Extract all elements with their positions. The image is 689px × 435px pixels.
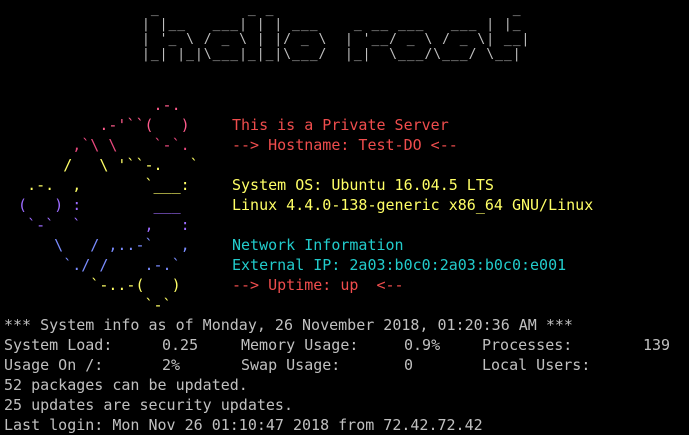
- external-ip-line: External IP: 2a03:b0c0:2a03:b0c0:e001: [232, 255, 593, 275]
- local-users-label: Local Users:: [482, 356, 591, 374]
- logo-line: `./ / .-.`: [0, 256, 181, 274]
- memory-usage-label: Memory Usage:: [241, 336, 359, 354]
- usage-on-label: Usage On /:: [4, 356, 104, 374]
- kernel-line: Linux 4.4.0-138-generic x86_64 GNU/Linux: [232, 196, 594, 214]
- security-updates-line: 25 updates are security updates.: [4, 396, 293, 414]
- swap-usage-label: Swap Usage:: [241, 356, 341, 374]
- logo-line: `-` ` , :: [0, 216, 190, 234]
- sysinfo-row-2: Usage On /: 2% Swap Usage: 0 Local Users:: [4, 355, 590, 375]
- swap-usage-value: 0: [404, 356, 414, 374]
- sysinfo-header: *** System info as of Monday, 26 Novembe…: [4, 316, 573, 334]
- processes-label: Processes:: [482, 336, 573, 354]
- logo-line: / \ '``-. `: [0, 156, 199, 174]
- system-info-section: *** System info as of Monday, 26 Novembe…: [4, 315, 670, 435]
- logo-line: `-..-( ): [0, 276, 181, 294]
- server-info-block: This is a Private Server --> Hostname: Te…: [232, 115, 593, 295]
- external-ip-value: 2a03:b0c0:2a03:b0c0:e001: [349, 256, 567, 274]
- last-login-line: Last login: Mon Nov 26 01:10:47 2018 fro…: [4, 416, 483, 434]
- private-server-notice: This is a Private Server: [232, 116, 449, 134]
- banner-line: | |__ ___| | | ___ _ __ ___ ___ | |_: [142, 17, 522, 32]
- banner-line: _ _ _ _: [142, 2, 522, 17]
- external-ip-label: External IP:: [232, 256, 350, 274]
- banner-line: |_| |_|\___|_|_|\___/ |_| \___/\___/ \__…: [142, 47, 522, 62]
- usage-on-value: 2%: [162, 356, 181, 374]
- logo-line: .-'``( ): [0, 116, 190, 134]
- network-info-heading: Network Information: [232, 236, 404, 254]
- processes-value: 139: [643, 336, 671, 354]
- logo-line: ,`\ \ `-`.: [0, 136, 190, 154]
- logo-line: `-`: [0, 296, 172, 314]
- packages-line: 52 packages can be updated.: [4, 376, 248, 394]
- system-load-label: System Load:: [4, 336, 113, 354]
- logo-line: .-.: [0, 96, 181, 114]
- ubuntu-ascii-logo: .-. .-'``( ) ,`\ \ `-`. / \ '``-. ` .-. …: [0, 95, 225, 315]
- banner-line: | '_ \ / _ \ | |/ _ \ | '__/ _ \ / _ \| …: [142, 32, 531, 47]
- memory-usage-value: 0.9%: [404, 336, 441, 354]
- system-os-line: System OS: Ubuntu 16.04.5 LTS: [232, 176, 494, 194]
- sysinfo-row-1: System Load: 0.25 Memory Usage: 0.9% Process…: [4, 335, 670, 355]
- uptime-line: --> Uptime: up <--: [232, 276, 404, 294]
- hostname-line: --> Hostname: Test-DO <--: [232, 136, 458, 154]
- logo-line: ( ) : ___: [0, 196, 181, 214]
- system-load-value: 0.25: [162, 336, 199, 354]
- terminal-window[interactable]: _ _ _ _ | |__ ___| | | ___ _ __ ___ ___ …: [0, 0, 689, 434]
- logo-line: \ / ,..-` ,: [0, 236, 190, 254]
- ascii-banner: _ _ _ _ | |__ ___| | | ___ _ __ ___ ___ …: [142, 2, 530, 62]
- logo-line: .-. , `___:: [0, 176, 190, 194]
